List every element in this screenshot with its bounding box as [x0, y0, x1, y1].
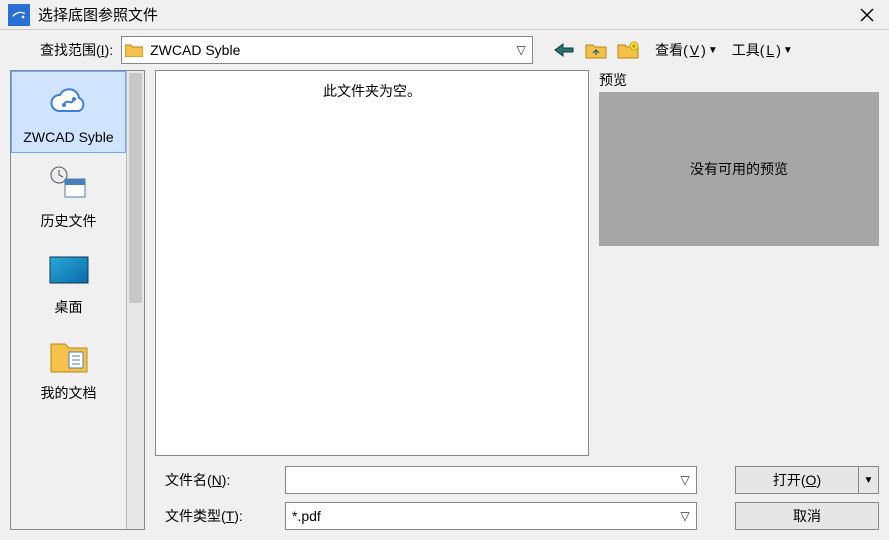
arrow-left-icon: [553, 42, 575, 58]
open-button[interactable]: 打开(O): [735, 466, 859, 494]
chevron-down-icon[interactable]: ▽: [674, 509, 696, 523]
main-area: 此文件夹为空。 预览 没有可用的预览 文件名(N): ▽: [155, 70, 879, 530]
dialog-title: 选择底图参照文件: [38, 4, 853, 25]
folder-up-icon: [585, 41, 607, 59]
range-label: 查找范围(I):: [40, 40, 113, 60]
range-select[interactable]: ZWCAD Syble ▽: [121, 36, 533, 64]
folder-new-icon: [617, 41, 639, 59]
filename-input[interactable]: ▽: [285, 466, 697, 494]
filetype-label: 文件类型(T):: [155, 506, 275, 526]
back-button[interactable]: [551, 38, 577, 62]
sidebar-item-history[interactable]: 历史文件: [11, 153, 126, 239]
folder-icon: [122, 43, 146, 57]
chevron-down-icon[interactable]: ▽: [510, 43, 532, 57]
filename-row: 文件名(N): ▽ 打开(O) ▼: [155, 466, 879, 494]
new-folder-button[interactable]: [615, 38, 641, 62]
history-icon: [45, 163, 93, 205]
chevron-down-icon: ▼: [708, 45, 718, 56]
preview-box: 没有可用的预览: [599, 92, 879, 246]
close-button[interactable]: [853, 1, 881, 29]
desktop-icon: [45, 249, 93, 291]
chevron-down-icon[interactable]: ▽: [674, 473, 696, 487]
cloud-icon: [45, 81, 93, 123]
sidebar-item-label: ZWCAD Syble: [23, 129, 113, 145]
sidebar-scrollbar[interactable]: [126, 71, 144, 529]
sidebar-item-desktop[interactable]: 桌面: [11, 239, 126, 325]
sidebar-item-documents[interactable]: 我的文档: [11, 325, 126, 411]
main-row: 此文件夹为空。 预览 没有可用的预览: [155, 70, 879, 456]
sidebar-item-label: 桌面: [55, 297, 83, 317]
tools-menu[interactable]: 工具(L) ▼: [732, 40, 793, 60]
filename-label: 文件名(N):: [155, 470, 275, 490]
cancel-button[interactable]: 取消: [735, 502, 879, 530]
filetype-value: *.pdf: [286, 508, 674, 524]
documents-icon: [45, 335, 93, 377]
app-icon: [8, 4, 30, 26]
view-menu[interactable]: 查看(V) ▼: [655, 40, 718, 60]
chevron-down-icon: ▼: [783, 45, 793, 56]
titlebar: 选择底图参照文件: [0, 0, 889, 30]
close-icon: [860, 8, 874, 22]
bottom-rows: 文件名(N): ▽ 打开(O) ▼: [155, 466, 879, 530]
file-list[interactable]: 此文件夹为空。: [155, 70, 589, 456]
toolbar-icons: [551, 38, 641, 62]
dialog-window: 选择底图参照文件 查找范围(I): ZWCAD Syble ▽: [0, 0, 889, 540]
range-value: ZWCAD Syble: [146, 42, 510, 58]
sidebar-item-label: 历史文件: [41, 211, 97, 231]
places-sidebar: ZWCAD Syble 历史文件 桌面: [10, 70, 145, 530]
preview-placeholder: 没有可用的预览: [690, 159, 788, 179]
filetype-select[interactable]: *.pdf ▽: [285, 502, 697, 530]
empty-folder-text: 此文件夹为空。: [323, 81, 421, 455]
up-folder-button[interactable]: [583, 38, 609, 62]
dialog-body: ZWCAD Syble 历史文件 桌面: [0, 70, 889, 540]
preview-label: 预览: [599, 70, 879, 90]
open-dropdown-button[interactable]: ▼: [859, 466, 879, 494]
preview-panel: 预览 没有可用的预览: [599, 70, 879, 456]
filetype-row: 文件类型(T): *.pdf ▽ 取消: [155, 502, 879, 530]
places-list: ZWCAD Syble 历史文件 桌面: [11, 71, 126, 529]
scrollbar-thumb[interactable]: [129, 73, 142, 303]
sidebar-item-label: 我的文档: [41, 383, 97, 403]
sidebar-item-zwcad-syble[interactable]: ZWCAD Syble: [11, 71, 126, 153]
topbar: 查找范围(I): ZWCAD Syble ▽ 查看(V) ▼ 工具(L): [0, 30, 889, 70]
